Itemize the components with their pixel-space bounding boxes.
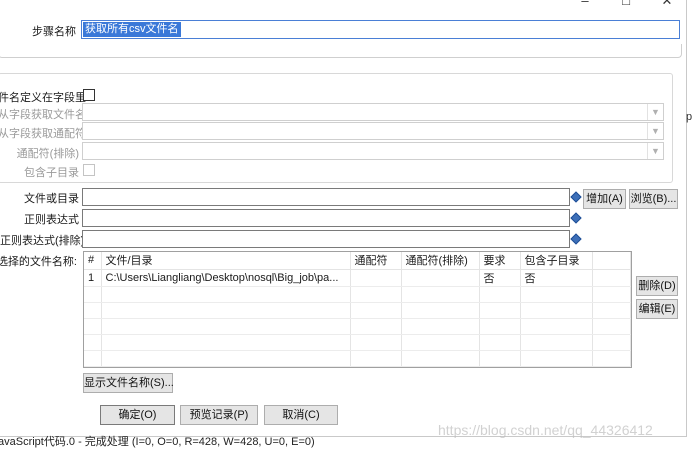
table-row[interactable] <box>84 302 631 319</box>
browse-button[interactable]: 浏览(B)... <box>629 189 678 209</box>
regex-exclude-input[interactable] <box>82 230 570 248</box>
close-icon: ✕ <box>661 0 673 8</box>
filename-in-field-checkbox[interactable] <box>83 89 95 101</box>
column-header[interactable]: 文件/目录 <box>101 252 351 270</box>
step-name-value: 获取所有csv文件名 <box>83 22 181 37</box>
column-header[interactable]: 包含子目录 <box>520 252 593 270</box>
filename-in-field-label: 件名定义在字段里? <box>0 92 93 104</box>
chevron-down-icon: ▼ <box>647 143 663 159</box>
maximize-icon: □ <box>622 0 630 8</box>
regex-exclude-label: 正则表达式(排除) <box>0 235 85 247</box>
get-filename-from-field-label: 从字段获取文件名 <box>0 109 86 121</box>
table-cell[interactable]: 否 <box>479 269 521 287</box>
wildcard-exclude-label: 通配符(排除) <box>16 148 79 160</box>
get-filename-from-field-select[interactable]: ▼ <box>82 103 664 121</box>
regex-input[interactable] <box>82 209 570 227</box>
edit-button[interactable]: 编辑(E) <box>636 299 678 319</box>
tab-strip <box>0 44 682 58</box>
watermark-text: https://blog.csdn.net/qq_44326412 <box>438 422 653 438</box>
ok-button[interactable]: 确定(O) <box>100 405 175 425</box>
step-name-label: 步骤名称 <box>32 26 76 38</box>
add-button[interactable]: 增加(A) <box>583 189 626 209</box>
table-cell[interactable]: 1 <box>84 269 102 287</box>
cancel-button[interactable]: 取消(C) <box>264 405 338 425</box>
column-header[interactable]: 要求 <box>479 252 521 270</box>
right-edge-text: p <box>686 111 692 123</box>
delete-button[interactable]: 删除(D) <box>636 276 678 296</box>
selected-files-label: 选择的文件名称: <box>0 256 77 268</box>
dialog-right-border <box>686 0 687 437</box>
table-row[interactable] <box>84 286 631 303</box>
chevron-down-icon: ▼ <box>647 104 663 120</box>
step-name-input[interactable]: 获取所有csv文件名 <box>81 20 680 39</box>
show-filenames-button[interactable]: 显示文件名称(S)... <box>83 373 174 393</box>
regex-label: 正则表达式 <box>24 214 79 226</box>
include-subfolders-label: 包含子目录 <box>24 167 79 179</box>
maximize-button[interactable]: □ <box>611 0 641 10</box>
table-row[interactable]: 1 C:\Users\Liangliang\Desktop\nosql\Big_… <box>84 269 631 287</box>
chevron-down-icon: ▼ <box>647 123 663 139</box>
include-subfolders-checkbox[interactable] <box>83 164 95 176</box>
column-header[interactable]: 通配符 <box>350 252 402 270</box>
variable-icon <box>570 212 582 224</box>
minimize-button[interactable]: – <box>570 0 600 10</box>
file-or-dir-label: 文件或目录 <box>24 193 79 205</box>
column-header[interactable]: 通配符(排除) <box>401 252 480 270</box>
table-cell[interactable] <box>350 269 402 287</box>
table-cell[interactable]: C:\Users\Liangliang\Desktop\nosql\Big_jo… <box>101 269 351 287</box>
table-row[interactable] <box>84 350 631 367</box>
minimize-icon: – <box>581 0 589 8</box>
table-header-row: # 文件/目录 通配符 通配符(排除) 要求 包含子目录 <box>84 252 631 270</box>
variable-icon <box>570 191 582 203</box>
table-row[interactable] <box>84 318 631 335</box>
wildcard-exclude-select[interactable]: ▼ <box>82 142 664 160</box>
file-or-dir-input[interactable] <box>82 188 570 206</box>
background-log-line: avaScript代码.0 - 完成处理 (I=0, O=0, R=428, W… <box>0 436 315 448</box>
column-header[interactable]: # <box>84 252 102 270</box>
table-cell[interactable]: 否 <box>520 269 593 287</box>
preview-button[interactable]: 预览记录(P) <box>180 405 258 425</box>
table-cell[interactable] <box>401 269 480 287</box>
selected-files-table[interactable]: # 文件/目录 通配符 通配符(排除) 要求 包含子目录 1 C:\Users\… <box>83 251 632 368</box>
get-wildcard-from-field-select[interactable]: ▼ <box>82 122 664 140</box>
variable-icon <box>570 233 582 245</box>
table-row[interactable] <box>84 334 631 351</box>
close-button[interactable]: ✕ <box>652 0 682 10</box>
get-wildcard-from-field-label: 从字段获取通配符 <box>0 128 86 140</box>
